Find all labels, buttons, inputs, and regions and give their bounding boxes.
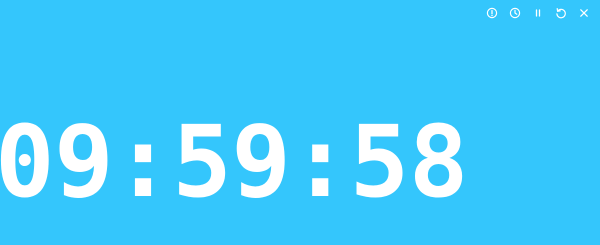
reset-icon (555, 8, 566, 19)
countdown-display: 09:59:58 (0, 105, 468, 220)
info-button[interactable] (480, 5, 503, 21)
close-icon (579, 9, 588, 17)
reset-button[interactable] (549, 5, 572, 21)
pause-icon (535, 9, 540, 17)
info-icon (486, 7, 497, 19)
pause-button[interactable] (526, 5, 549, 21)
window-toolbar (480, 5, 595, 21)
close-button[interactable] (572, 5, 595, 21)
clock-icon (509, 7, 520, 19)
history-button[interactable] (503, 5, 526, 21)
